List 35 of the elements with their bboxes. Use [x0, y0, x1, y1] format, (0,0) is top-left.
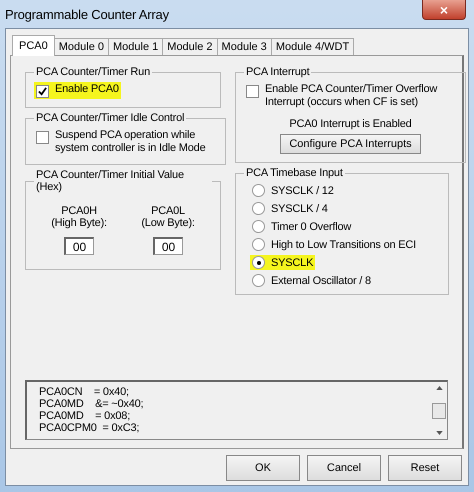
code-line: PCA0MD = 0x08; [39, 410, 130, 422]
tab[interactable]: Module 4/WDT [270, 38, 354, 55]
group-title: PCA Counter/Timer Idle Control [35, 112, 186, 124]
scroll-down-icon[interactable] [436, 431, 442, 435]
radio-button[interactable]: SYSCLK / 4 [250, 201, 330, 216]
field-label: (Low Byte): [141, 217, 195, 229]
status-text: PCA0 Interrupt is Enabled [288, 118, 413, 130]
radio-button[interactable]: SYSCLK / 12 [250, 183, 336, 198]
input-field[interactable]: 00 [64, 237, 94, 255]
group-title: PCA Counter/Timer Run [35, 66, 151, 78]
checkbox[interactable]: Enable PCA0 [34, 82, 121, 99]
tab[interactable]: PCA0 [12, 35, 55, 56]
scroll-up-icon[interactable] [436, 386, 442, 390]
dialog-button[interactable]: Cancel [307, 455, 381, 481]
group-title: PCA Counter/Timer Initial Value (Hex) [35, 169, 185, 193]
code-line: PCA0CPM0 = 0xC3; [39, 422, 140, 434]
radio-button[interactable]: High to Low Transitions on ECI [250, 237, 418, 252]
check-icon [38, 87, 47, 96]
radio-button[interactable]: SYSCLK [250, 255, 316, 270]
dialog-button[interactable]: OK [226, 455, 300, 481]
group-title: PCA Timebase Input [245, 167, 344, 179]
input-field[interactable]: 00 [153, 237, 184, 255]
code-line: PCA0CN = 0x40; [39, 386, 129, 398]
radio-button[interactable]: Timer 0 Overflow [250, 219, 354, 234]
radio-button[interactable]: External Oscillator / 8 [250, 273, 373, 288]
configure-button[interactable]: Configure PCA Interrupts [280, 134, 421, 154]
dialog-button[interactable]: Reset [388, 455, 462, 481]
field-label: PCA0L [151, 205, 185, 217]
window-title: Programmable Counter Array [5, 6, 169, 22]
field-label: PCA0H [61, 205, 97, 217]
checkbox[interactable]: Enable PCA Counter/Timer Overflow Interrupt (occurs when CF is set) [244, 82, 457, 110]
checkbox[interactable]: Suspend PCA operation while system controller is in Idle Mode [34, 128, 217, 156]
group-title: PCA Interrupt [245, 66, 311, 78]
code-line: PCA0MD &= ~0x40; [39, 398, 144, 410]
field-label: (High Byte): [51, 217, 107, 229]
